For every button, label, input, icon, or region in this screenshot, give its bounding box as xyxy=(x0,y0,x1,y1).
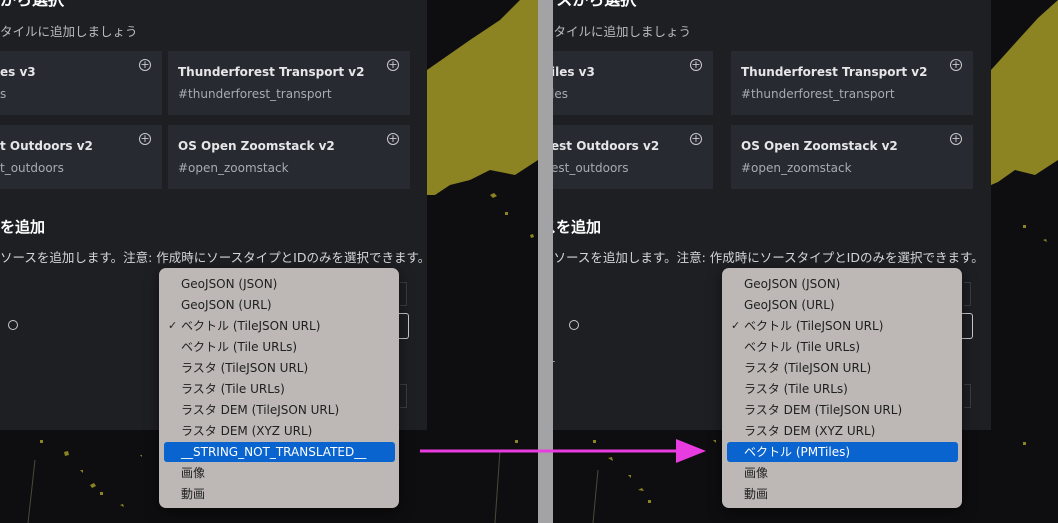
add-circle-icon[interactable]: + xyxy=(950,59,962,71)
checkmark-icon: ✓ xyxy=(168,319,178,332)
dropdown-option-highlighted[interactable]: __STRING_NOT_TRANSLATED__ xyxy=(164,442,395,462)
dropdown-option[interactable]: GeoJSON (URL) xyxy=(164,295,395,315)
checkmark-icon: ✓ xyxy=(731,319,741,332)
dropdown-option[interactable]: GeoJSON (JSON) xyxy=(164,274,395,294)
source-card[interactable]: t Outdoors v2 t_outdoors + xyxy=(0,125,162,189)
source-card-name: OS Open Zoomstack v2 xyxy=(178,139,335,153)
source-type-dropdown[interactable]: GeoJSON (JSON) GeoJSON (URL) ✓ ベクトル (Tile… xyxy=(159,268,399,508)
source-card-name: Thunderforest Transport v2 xyxy=(741,65,928,79)
url-input[interactable] xyxy=(400,384,407,408)
modal-heading: から選択 xyxy=(0,0,64,10)
add-circle-icon[interactable]: + xyxy=(387,133,399,145)
dropdown-option[interactable]: GeoJSON (JSON) xyxy=(727,274,958,294)
add-new-source-description: 規ソースを追加します。注意: 作成時にソースタイプとIDのみを選択できます。 xyxy=(553,250,984,265)
source-card[interactable]: Thunderforest Transport v2 #thunderfores… xyxy=(168,51,410,115)
add-circle-icon[interactable]: + xyxy=(139,133,151,145)
add-new-source-heading: を追加 xyxy=(0,218,46,236)
info-icon[interactable] xyxy=(569,320,579,330)
source-card-name: es v3 xyxy=(0,65,36,79)
add-circle-icon[interactable]: + xyxy=(139,59,151,71)
add-new-source-heading: スを追加 xyxy=(553,218,602,236)
source-card-id: #thunderforest_transport xyxy=(178,87,332,101)
dropdown-option[interactable]: ラスタ DEM (TileJSON URL) xyxy=(727,400,958,420)
add-new-source-description: ソースを追加します。注意: 作成時にソースタイプとIDのみを選択できます。 xyxy=(0,250,431,265)
modal-subtitle: タイルに追加しましょう xyxy=(0,24,138,39)
modal-subtitle: スタイルに追加しましょう xyxy=(553,24,692,39)
dropdown-option[interactable]: ラスタ (TileJSON URL) xyxy=(164,358,395,378)
dropdown-option[interactable]: GeoJSON (URL) xyxy=(727,295,958,315)
dropdown-option[interactable]: ベクトル (Tile URLs) xyxy=(727,337,958,357)
source-card[interactable]: Thunderforest Transport v2 #thunderfores… xyxy=(731,51,973,115)
source-id-input[interactable] xyxy=(964,282,971,306)
dropdown-option[interactable]: ラスタ (TileJSON URL) xyxy=(727,358,958,378)
source-card-id: #thunderforest_transport xyxy=(741,87,895,101)
source-card-name: t Outdoors v2 xyxy=(0,139,93,153)
source-card-name: iles v3 xyxy=(553,65,595,79)
source-card-id: s xyxy=(0,87,7,101)
source-card-id: les xyxy=(553,87,568,101)
source-card-name: Thunderforest Transport v2 xyxy=(178,65,365,79)
url-input[interactable] xyxy=(964,384,971,408)
dropdown-option[interactable]: ✓ ベクトル (TileJSON URL) xyxy=(727,316,958,336)
source-type-select[interactable] xyxy=(398,313,409,339)
info-icon[interactable] xyxy=(8,320,18,330)
dropdown-option[interactable]: 画像 xyxy=(727,463,958,483)
modal-heading: ースから選択 xyxy=(553,0,636,10)
add-circle-icon[interactable]: + xyxy=(690,133,702,145)
source-card[interactable]: est Outdoors v2 est_outdoors + xyxy=(553,125,713,189)
dropdown-option-highlighted[interactable]: ベクトル (PMTiles) xyxy=(727,442,958,462)
source-id-input[interactable] xyxy=(400,282,407,306)
add-circle-icon[interactable]: + xyxy=(690,59,702,71)
source-card-id: t_outdoors xyxy=(0,161,64,175)
dropdown-option[interactable]: 動画 xyxy=(164,484,395,504)
add-circle-icon[interactable]: + xyxy=(387,59,399,71)
source-type-dropdown[interactable]: GeoJSON (JSON) GeoJSON (URL) ✓ ベクトル (Tile… xyxy=(722,268,962,508)
dropdown-option[interactable]: ラスタ DEM (XYZ URL) xyxy=(164,421,395,441)
dropdown-option[interactable]: ラスタ (Tile URLs) xyxy=(727,379,958,399)
source-card[interactable]: OS Open Zoomstack v2 #open_zoomstack + xyxy=(168,125,410,189)
source-card-id: #open_zoomstack xyxy=(741,161,852,175)
source-card-id: est_outdoors xyxy=(553,161,629,175)
dropdown-option[interactable]: ラスタ DEM (XYZ URL) xyxy=(727,421,958,441)
source-card[interactable]: OS Open Zoomstack v2 #open_zoomstack + xyxy=(731,125,973,189)
dropdown-option[interactable]: ✓ ベクトル (TileJSON URL) xyxy=(164,316,395,336)
source-card-name: est Outdoors v2 xyxy=(553,139,660,153)
dropdown-option[interactable]: ベクトル (Tile URLs) xyxy=(164,337,395,357)
source-type-select[interactable] xyxy=(962,313,973,339)
add-circle-icon[interactable]: + xyxy=(950,133,962,145)
source-card-id: #open_zoomstack xyxy=(178,161,289,175)
arrow-right-icon xyxy=(420,439,706,463)
dropdown-option[interactable]: 画像 xyxy=(164,463,395,483)
source-card[interactable]: es v3 s + xyxy=(0,51,162,115)
url-label: RL xyxy=(553,352,555,365)
source-card-name: OS Open Zoomstack v2 xyxy=(741,139,898,153)
dropdown-option[interactable]: 動画 xyxy=(727,484,958,504)
dropdown-option[interactable]: ラスタ (Tile URLs) xyxy=(164,379,395,399)
dropdown-option[interactable]: ラスタ DEM (TileJSON URL) xyxy=(164,400,395,420)
source-card[interactable]: iles v3 les + xyxy=(553,51,713,115)
